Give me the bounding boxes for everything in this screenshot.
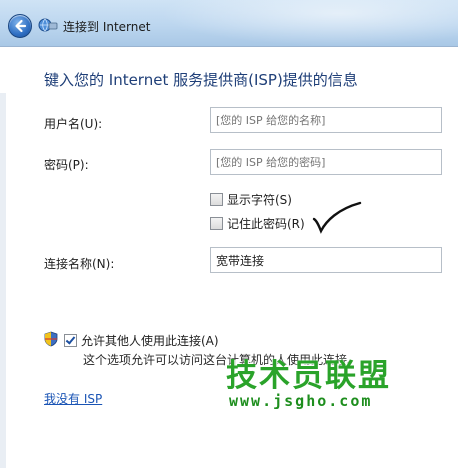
remember-password-checkbox[interactable] [210,217,223,230]
no-isp-link[interactable]: 我没有 ISP [44,390,102,407]
allow-others-checkbox[interactable] [64,334,77,347]
connection-name-label: 连接名称(N): [44,257,115,271]
show-chars-checkbox[interactable] [210,193,223,206]
username-input[interactable] [210,107,442,133]
show-chars-checkbox-row[interactable]: 显示字符(S) [210,191,292,208]
watermark: 技术员联盟 www.jsgho.com [226,350,451,414]
remember-password-checkbox-row[interactable]: 记住此密码(R) [210,215,305,232]
remember-password-label: 记住此密码(R) [227,217,305,231]
left-border [0,93,6,468]
password-input[interactable] [210,149,442,175]
show-chars-label: 显示字符(S) [227,193,292,207]
page-title: 键入您的 Internet 服务提供商(ISP)提供的信息 [44,71,358,89]
window-title: 连接到 Internet [63,20,151,34]
watermark-url: www.jsgho.com [229,392,373,410]
shield-icon [44,331,58,347]
username-label: 用户名(U): [44,117,103,131]
password-label: 密码(P): [44,158,89,172]
network-icon [38,18,58,32]
watermark-title: 技术员联盟 [226,358,391,394]
allow-others-label: 允许其他人使用此连接(A) [81,334,219,348]
back-arrow-icon [15,19,27,33]
allow-others-checkbox-row[interactable]: 允许其他人使用此连接(A) [64,332,219,349]
connection-name-input[interactable] [210,247,442,273]
back-button[interactable] [8,14,32,38]
checkmark-annotation-icon [312,201,362,234]
